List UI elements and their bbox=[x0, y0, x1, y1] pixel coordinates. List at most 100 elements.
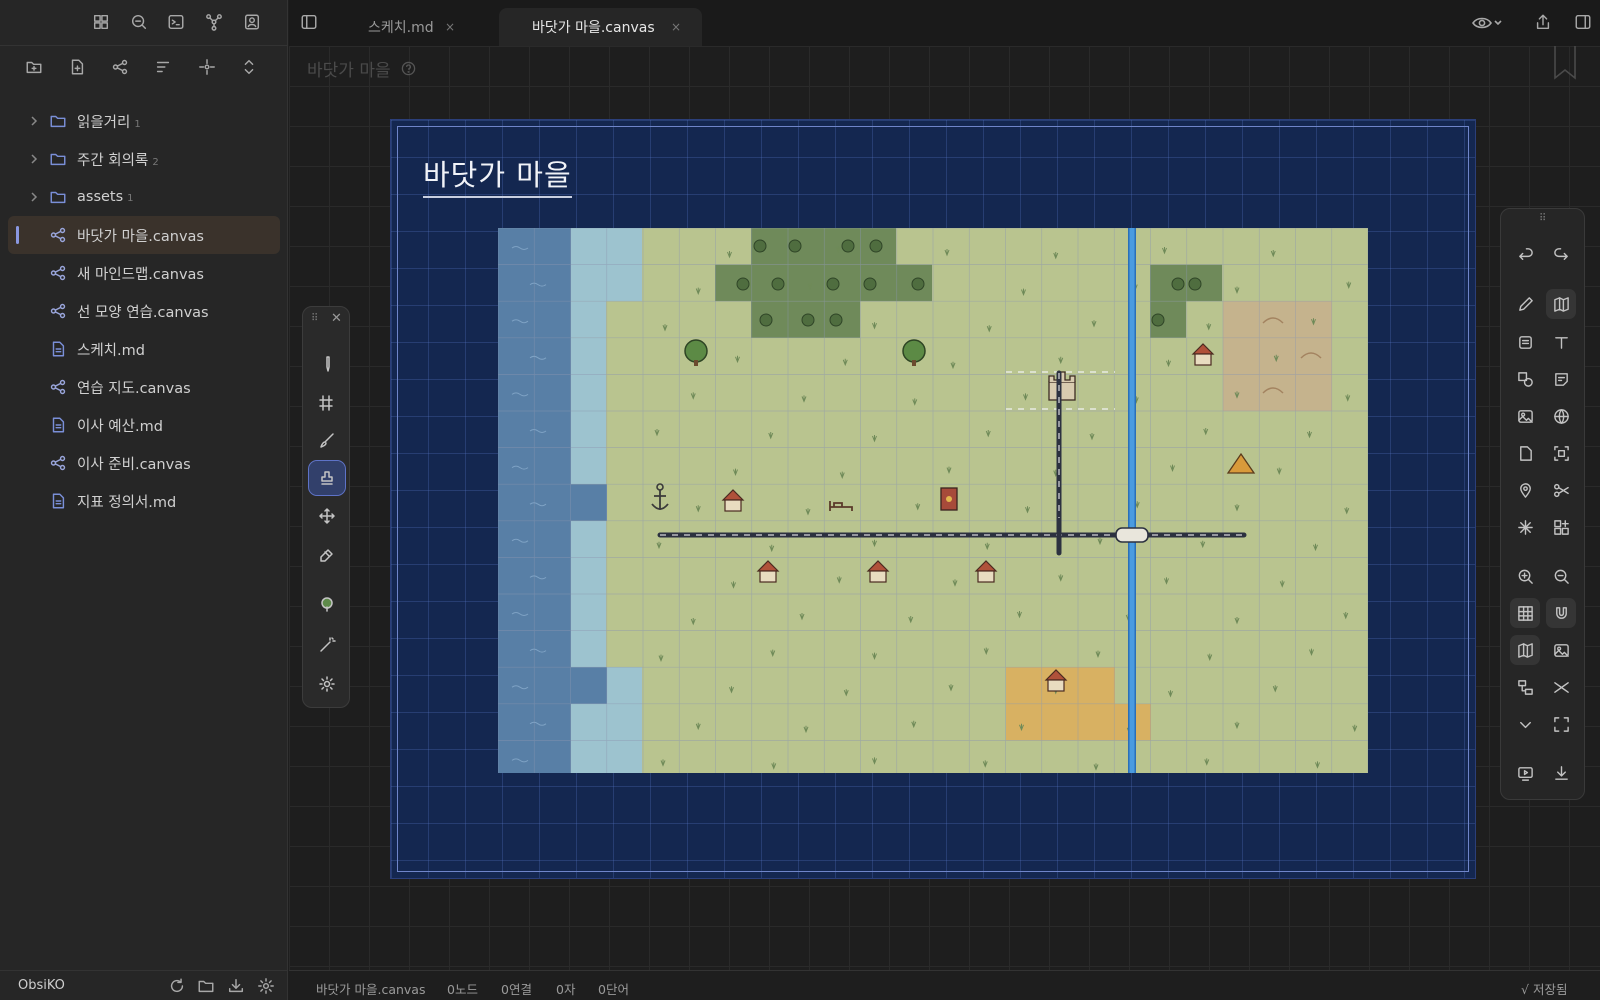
redo-icon[interactable] bbox=[1546, 239, 1576, 269]
pin-icon[interactable] bbox=[1510, 475, 1540, 505]
tree-item-md[interactable]: 이사 예산.md bbox=[8, 406, 280, 444]
tree-icon bbox=[863, 277, 877, 291]
tree-item-folder[interactable]: 읽을거리 1 bbox=[8, 102, 280, 140]
document-icon bbox=[49, 416, 67, 434]
stamp-icon[interactable] bbox=[308, 460, 346, 496]
select-area-icon[interactable] bbox=[1546, 438, 1576, 468]
pencil-icon[interactable] bbox=[1510, 289, 1540, 319]
export-icon[interactable] bbox=[1546, 758, 1576, 788]
fullscreen-icon[interactable] bbox=[1546, 709, 1576, 739]
tree-item-folder[interactable]: assets 1 bbox=[8, 178, 280, 216]
close-icon[interactable]: ✕ bbox=[331, 311, 342, 326]
terminal-icon[interactable] bbox=[167, 13, 187, 33]
download-icon[interactable] bbox=[227, 977, 245, 995]
tree-item-folder[interactable]: 주간 회의록 2 bbox=[8, 140, 280, 178]
tree-icon bbox=[1188, 277, 1202, 291]
settings-gear-icon[interactable] bbox=[257, 977, 275, 995]
tree-item-canvas[interactable]: 연습 지도.canvas bbox=[8, 368, 280, 406]
scissors-icon[interactable] bbox=[1546, 475, 1576, 505]
eraser-icon[interactable] bbox=[309, 537, 345, 571]
drag-handle-icon[interactable]: ⠿ bbox=[311, 313, 318, 324]
toggle-sidebar-icon[interactable] bbox=[300, 13, 320, 33]
inline-title[interactable]: 바닷가 마을 bbox=[307, 56, 416, 81]
profile-icon[interactable] bbox=[243, 13, 263, 33]
folder-icon bbox=[49, 112, 67, 130]
new-canvas-icon[interactable] bbox=[111, 58, 131, 78]
tree-item-canvas[interactable]: 선 모양 연습.canvas bbox=[8, 292, 280, 330]
background-image-icon[interactable] bbox=[1546, 635, 1576, 665]
file-explorer-icon[interactable] bbox=[92, 13, 112, 33]
magnet-icon[interactable] bbox=[1546, 598, 1576, 628]
tree-icon bbox=[841, 239, 855, 253]
tab-close-icon[interactable]: × bbox=[445, 20, 455, 34]
zoom-out-icon[interactable] bbox=[1546, 561, 1576, 591]
grid-toggle-icon[interactable] bbox=[1510, 598, 1540, 628]
note-icon[interactable] bbox=[1546, 364, 1576, 394]
new-note-icon[interactable] bbox=[68, 58, 88, 78]
canvas-area[interactable]: 바닷가 마을 바닷가 마을 bbox=[289, 46, 1600, 970]
open-vault-icon[interactable] bbox=[197, 977, 215, 995]
widgets-icon[interactable] bbox=[1546, 512, 1576, 542]
toggle-right-sidebar-icon[interactable] bbox=[1574, 13, 1594, 33]
grid-icon[interactable] bbox=[309, 385, 345, 419]
present-icon[interactable] bbox=[1510, 758, 1540, 788]
tree-item-md[interactable]: 스케치.md bbox=[8, 330, 280, 368]
file-tree: 읽을거리 1 주간 회의록 2 assets 1 바닷가 마을.canvas 새 마인드맵.c… bbox=[8, 102, 280, 520]
tree-item-canvas[interactable]: 바닷가 마을.canvas bbox=[8, 216, 280, 254]
tree-item-canvas[interactable]: 이사 준비.canvas bbox=[8, 444, 280, 482]
chevron-right-icon[interactable] bbox=[28, 191, 40, 203]
folder-icon bbox=[49, 188, 67, 206]
tree-icon bbox=[801, 313, 815, 327]
drag-handle-icon[interactable]: ⠿ bbox=[1539, 213, 1546, 224]
settings-icon[interactable] bbox=[309, 667, 345, 701]
tab-close-icon[interactable]: × bbox=[671, 20, 681, 34]
canvas-file-icon bbox=[49, 302, 67, 320]
share-icon[interactable] bbox=[1534, 13, 1554, 33]
zoom-in-icon[interactable] bbox=[1510, 561, 1540, 591]
shapes-icon[interactable] bbox=[1510, 364, 1540, 394]
tree-item-canvas[interactable]: 새 마인드맵.canvas bbox=[8, 254, 280, 292]
graph-view-icon[interactable] bbox=[205, 13, 225, 33]
reading-view-icon[interactable] bbox=[1471, 13, 1503, 33]
map-edit-icon[interactable] bbox=[1546, 289, 1576, 319]
chevron-right-icon[interactable] bbox=[28, 115, 40, 127]
tab-seaside-village[interactable]: 바닷가 마을.canvas × bbox=[499, 8, 702, 46]
globe-icon[interactable] bbox=[1546, 401, 1576, 431]
canvas-toolbar: ⠿ bbox=[1500, 208, 1585, 800]
tree-icon bbox=[1171, 277, 1185, 291]
chevron-down-icon[interactable] bbox=[1510, 709, 1540, 739]
group-icon[interactable] bbox=[1510, 672, 1540, 702]
text-icon[interactable] bbox=[1546, 327, 1576, 357]
tree-stamp-icon[interactable] bbox=[309, 587, 345, 621]
search-icon[interactable] bbox=[130, 13, 150, 33]
reveal-active-file-icon[interactable] bbox=[198, 58, 218, 78]
move-icon[interactable] bbox=[309, 499, 345, 533]
magic-wand-icon[interactable] bbox=[309, 627, 345, 661]
map-card[interactable]: 바닷가 마을 bbox=[390, 119, 1476, 879]
hills-area bbox=[1223, 301, 1332, 411]
new-folder-icon[interactable] bbox=[25, 58, 45, 78]
left-sidebar: 읽을거리 1 주간 회의록 2 assets 1 바닷가 마을.canvas 새 마인드맵.c… bbox=[0, 0, 288, 1000]
sparkle-icon[interactable] bbox=[1510, 512, 1540, 542]
brush-icon[interactable] bbox=[309, 423, 345, 457]
undo-icon[interactable] bbox=[1510, 239, 1540, 269]
map-view-icon[interactable] bbox=[1510, 635, 1540, 665]
tree-item-label: 스케치.md bbox=[77, 342, 145, 359]
sync-icon[interactable] bbox=[168, 977, 186, 995]
image-icon[interactable] bbox=[1510, 401, 1540, 431]
canvas-file-icon bbox=[49, 454, 67, 472]
vault-bar: ObsiKO bbox=[0, 970, 288, 1000]
collapse-icon[interactable] bbox=[1546, 672, 1576, 702]
book-emblem bbox=[946, 496, 952, 502]
tile-map[interactable] bbox=[498, 228, 1368, 773]
pen-icon[interactable] bbox=[309, 347, 345, 381]
tree-item-md[interactable]: 지표 정의서.md bbox=[8, 482, 280, 520]
sort-icon[interactable] bbox=[154, 58, 174, 78]
expand-collapse-icon[interactable] bbox=[240, 58, 260, 78]
chevron-right-icon[interactable] bbox=[28, 153, 40, 165]
deep-water-inlet bbox=[571, 667, 607, 704]
file-icon[interactable] bbox=[1510, 438, 1540, 468]
vault-name[interactable]: ObsiKO bbox=[18, 978, 65, 993]
bookmark-icon[interactable] bbox=[1552, 46, 1578, 80]
card-icon[interactable] bbox=[1510, 327, 1540, 357]
